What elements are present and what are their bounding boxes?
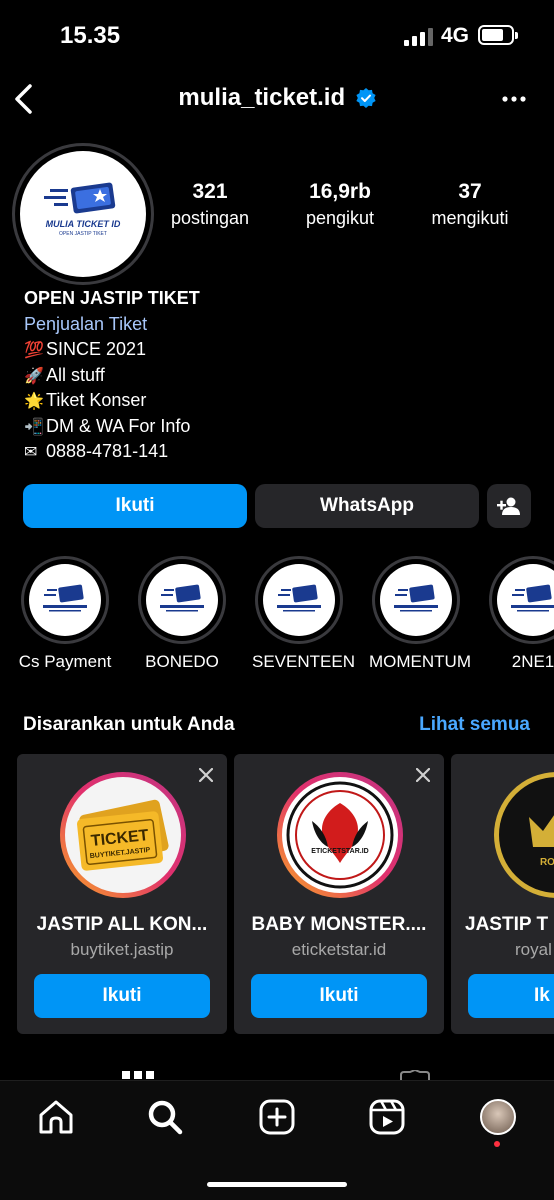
create-post-icon[interactable] [257,1097,297,1137]
suggestions-heading: Disarankan untuk Anda [23,714,235,735]
avatar-image: MULIA TICKET ID OPEN JASTIP TIKET [20,151,146,277]
profile-header: mulia_ticket.id [0,74,554,124]
highlight-ring [255,556,343,644]
posts-count[interactable]: 321 postingan [160,180,260,229]
profile-tab-avatar[interactable] [480,1099,516,1135]
see-all-link[interactable]: Lihat semua [419,714,530,736]
highlight-cover [380,564,452,636]
close-icon[interactable] [199,768,213,782]
whatsapp-button[interactable]: WhatsApp [255,484,479,528]
profile-bio: OPEN JASTIP TIKET Penjualan Tiket 💯 SINCE… [24,286,200,465]
close-icon[interactable] [416,768,430,782]
home-icon[interactable] [36,1097,76,1137]
suggestion-card[interactable]: ROYAL JASTIP T royal Ik [451,754,554,1034]
network-label: 4G [441,24,470,47]
card-pic-text: ROYAL [540,857,554,868]
follow-button[interactable]: Ikuti [34,974,210,1018]
suggestion-name: BABY MONSTER.... [251,914,427,935]
phoenix-logo-icon: ETICKETSTAR.ID [286,781,394,889]
category-label: Penjualan Tiket [24,313,148,334]
star-icon: 🌟 [24,391,44,410]
highlight-label: Cs Payment [18,652,112,671]
highlight-2ne1[interactable]: 2NE1 [486,556,554,672]
suggestion-card[interactable]: ETICKETSTAR.ID BABY MONSTER.... etickets… [234,754,444,1034]
profile-avatar[interactable]: MULIA TICKET ID OPEN JASTIP TIKET [12,143,154,285]
grid-tab-icon[interactable] [122,1070,154,1080]
bio-line: ✉ 0888-4781-141 [24,439,200,465]
followers-count[interactable]: 16,9rb pengikut [290,180,390,229]
story-ring: TICKET BUYTIKET.JASTIP [60,772,186,898]
highlight-cover [497,564,554,636]
ticket-logo-icon [394,584,438,612]
ticket-logo-icon [160,584,204,612]
ticket-logo-icon [511,584,554,612]
story-ring: ETICKETSTAR.ID [277,772,403,898]
logo-text: MULIA TICKET ID [45,219,121,229]
search-icon[interactable] [145,1097,185,1137]
follow-button[interactable]: Ik [468,974,554,1018]
ticket-logo-icon [277,584,321,612]
follow-button[interactable]: Ikuti [23,484,247,528]
highlight-bonedo[interactable]: BONEDO [135,556,229,672]
highlight-ring [489,556,554,644]
signal-icon [404,28,433,46]
highlight-cover [29,564,101,636]
story-ring: ROYAL [494,772,554,898]
suggestion-name: JASTIP ALL KON... [36,914,208,935]
reels-icon[interactable] [367,1097,407,1137]
rocket-icon: 🚀 [24,365,44,385]
highlight-momentum[interactable]: MOMENTUM [369,556,471,672]
card-pic-text: ETICKETSTAR.ID [311,848,368,855]
more-options-icon[interactable] [502,96,526,102]
hundred-points-icon: 💯 [24,340,44,359]
suggest-users-button[interactable] [487,484,531,528]
notification-dot [494,1141,500,1147]
highlight-label: SEVENTEEN [252,652,355,671]
bio-line: 📲 DM & WA For Info [24,414,200,440]
logo-subtext: OPEN JASTIP TIKET [59,231,107,237]
verified-badge-icon [355,88,376,108]
suggestion-username: eticketstar.id [291,940,387,959]
ticket-icon: TICKET BUYTIKET.JASTIP [77,799,169,871]
display-name: OPEN JASTIP TIKET [24,288,200,308]
highlight-label: BONEDO [145,652,219,671]
follow-button[interactable]: Ikuti [251,974,427,1018]
highlight-cover [146,564,218,636]
highlight-label: MOMENTUM [369,652,471,671]
highlight-ring [372,556,460,644]
suggestion-username: buytiket.jastip [70,940,174,959]
following-count[interactable]: 37 mengikuti [420,180,520,229]
ticket-logo-icon [44,182,116,214]
home-indicator [207,1182,347,1187]
suggestion-avatar: TICKET BUYTIKET.JASTIP [65,777,181,893]
username-title: mulia_ticket.id [178,84,346,111]
ticket-logo-icon [43,584,87,612]
tagged-tab-icon[interactable] [398,1070,432,1080]
bio-line: 🚀 All stuff [24,363,200,389]
bio-line: 💯 SINCE 2021 [24,337,200,363]
add-person-icon [497,497,520,515]
highlight-ring [138,556,226,644]
highlight-label: 2NE1 [511,652,554,671]
battery-icon [478,25,518,45]
bio-line: 🌟 Tiket Konser [24,388,200,414]
suggestion-avatar: ETICKETSTAR.ID [282,777,398,893]
status-bar: 15.35 4G [0,0,554,70]
suggestion-username: royal [515,940,552,959]
highlight-seventeen[interactable]: SEVENTEEN [252,556,355,672]
phone-icon: 📲 [24,416,44,436]
suggestion-card[interactable]: TICKET BUYTIKET.JASTIP JASTIP ALL KON...… [17,754,227,1034]
highlight-ring [21,556,109,644]
envelope-icon: ✉ [24,442,38,461]
crown-logo-icon: ROYAL [529,815,554,868]
suggestion-avatar: ROYAL [499,777,554,893]
suggestion-name: JASTIP T [465,914,549,935]
clock: 15.35 [60,22,121,49]
highlight-cs-payment[interactable]: Cs Payment [18,556,112,672]
highlight-cover [263,564,335,636]
